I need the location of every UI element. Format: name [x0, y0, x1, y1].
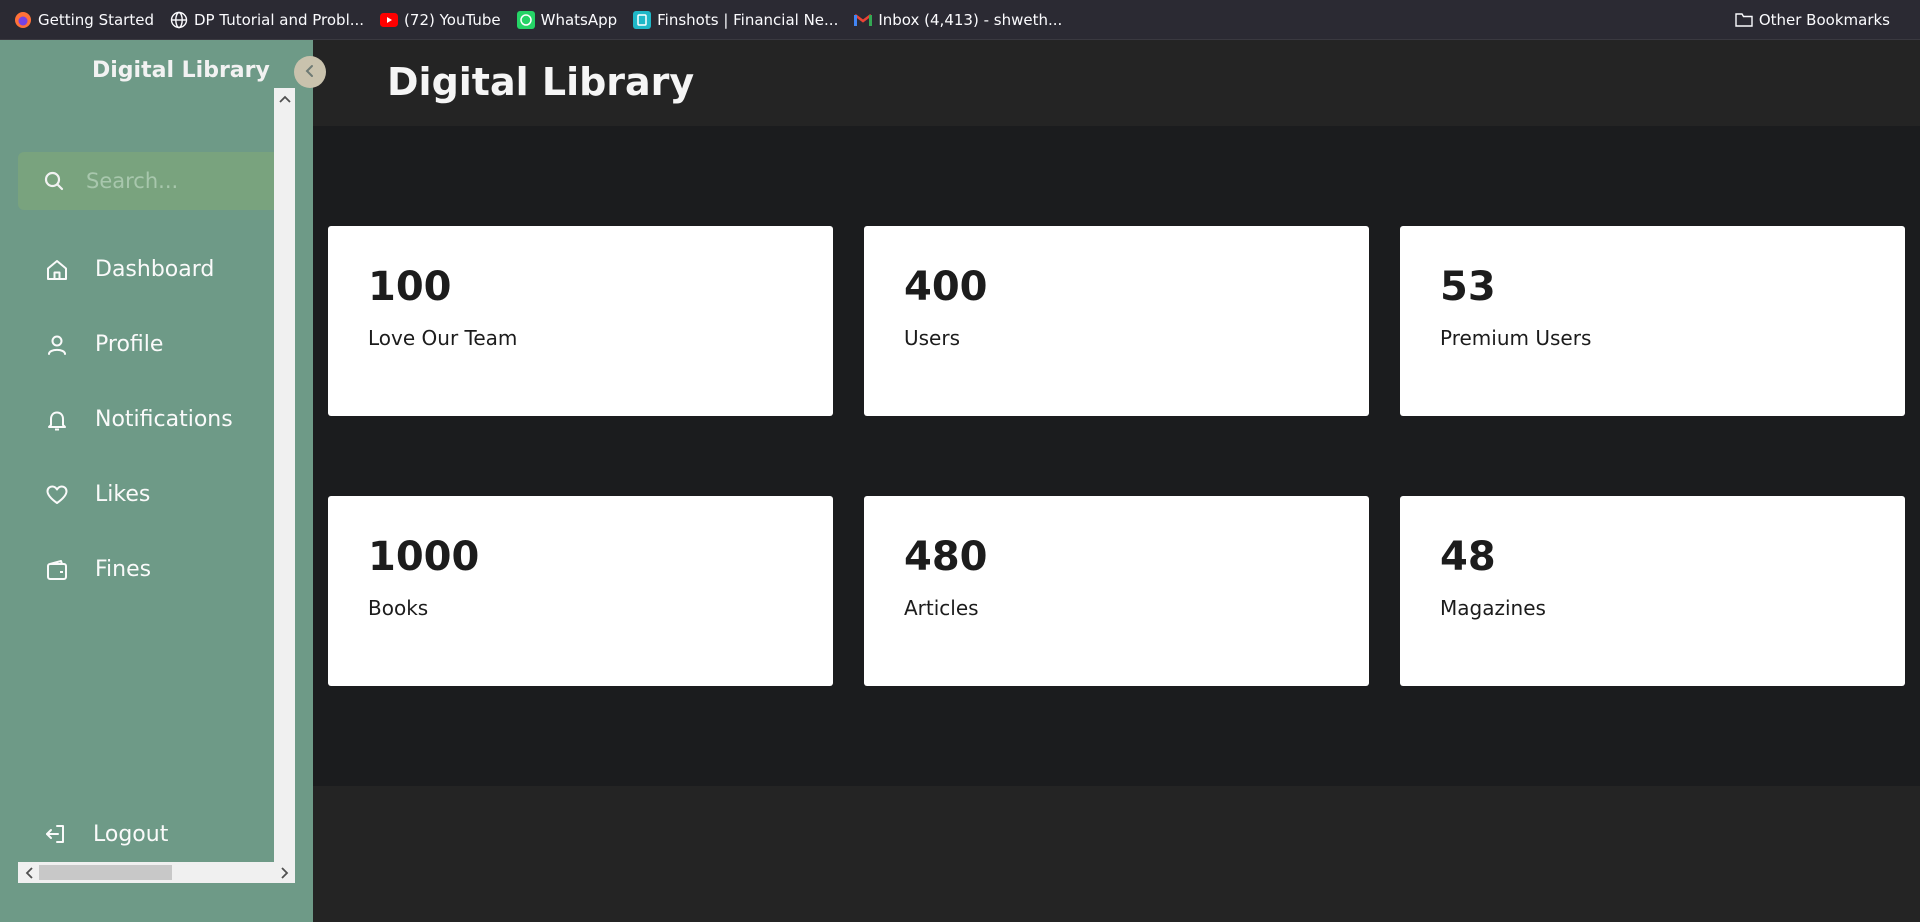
bookmark-label: Getting Started — [38, 10, 154, 29]
stat-card-books: 1000 Books — [328, 496, 833, 686]
wallet-icon — [45, 558, 69, 582]
bookmark-label: Finshots | Financial Ne... — [657, 10, 839, 29]
globe-icon — [170, 11, 188, 29]
sidebar-item-label: Fines — [95, 557, 152, 582]
stat-card-premium-users: 53 Premium Users — [1400, 226, 1905, 416]
sidebar-vertical-scrollbar[interactable] — [274, 88, 295, 883]
sidebar-item-dashboard[interactable]: Dashboard — [0, 232, 274, 307]
stat-card-articles: 480 Articles — [864, 496, 1369, 686]
scroll-thumb[interactable] — [39, 865, 172, 880]
bookmark-label: (72) YouTube — [404, 10, 501, 29]
scroll-up-icon[interactable] — [274, 88, 295, 109]
stat-value: 1000 — [368, 534, 480, 580]
firefox-icon — [14, 11, 32, 29]
main-header: Digital Library — [313, 40, 1920, 126]
stat-label: Premium Users — [1440, 326, 1592, 350]
dashboard-content: 100 Love Our Team 400 Users 53 Premium U… — [313, 126, 1920, 786]
stat-label: Books — [368, 596, 429, 620]
gmail-icon — [854, 11, 873, 29]
stat-card-users: 400 Users — [864, 226, 1369, 416]
sidebar-item-label: Profile — [95, 332, 164, 357]
whatsapp-icon — [516, 10, 535, 29]
search-icon — [42, 169, 66, 193]
stat-label: Magazines — [1440, 596, 1546, 620]
bookmark-gmail[interactable]: Inbox (4,413) - shweth... — [854, 11, 1062, 29]
stat-value: 100 — [368, 264, 452, 310]
stat-label: Articles — [904, 596, 979, 620]
footer-area — [313, 786, 1920, 922]
bookmark-whatsapp[interactable]: WhatsApp — [516, 10, 618, 29]
stat-value: 480 — [904, 534, 988, 580]
other-bookmarks-label: Other Bookmarks — [1758, 11, 1890, 29]
logout-icon — [43, 822, 67, 846]
bookmarks-bar: Getting Started DP Tutorial and Probl...… — [0, 0, 1920, 40]
sidebar-item-notifications[interactable]: Notifications — [0, 382, 274, 457]
sidebar-nav: Dashboard Profile Notifications Likes Fi… — [0, 232, 274, 607]
youtube-icon — [380, 11, 399, 29]
sidebar-item-fines[interactable]: Fines — [0, 532, 274, 607]
stat-label: Love Our Team — [368, 326, 518, 350]
stat-label: Users — [904, 326, 961, 350]
bookmark-dp-tutorial[interactable]: DP Tutorial and Probl... — [170, 11, 364, 29]
sidebar-item-likes[interactable]: Likes — [0, 457, 274, 532]
search-input[interactable] — [86, 169, 246, 193]
sidebar-scroll-area: Digital Library Dashboard Profile — [0, 40, 274, 883]
search-box[interactable] — [18, 152, 274, 210]
stat-card-love-our-team: 100 Love Our Team — [328, 226, 833, 416]
sidebar-item-label: Notifications — [95, 407, 233, 432]
stat-value: 400 — [904, 264, 988, 310]
logout-label: Logout — [93, 821, 169, 847]
folder-icon — [1735, 11, 1753, 29]
page-title: Digital Library — [387, 60, 695, 104]
other-bookmarks[interactable]: Other Bookmarks — [1735, 0, 1890, 40]
sidebar: Digital Library Dashboard Profile — [0, 40, 326, 922]
sidebar-collapse-button[interactable] — [294, 56, 326, 88]
bookmark-label: DP Tutorial and Probl... — [193, 10, 365, 29]
bookmark-label: WhatsApp — [540, 10, 618, 29]
sidebar-brand: Digital Library — [92, 58, 270, 83]
stat-value: 53 — [1440, 264, 1496, 310]
heart-icon — [45, 483, 69, 507]
user-icon — [45, 333, 69, 357]
stat-card-magazines: 48 Magazines — [1400, 496, 1905, 686]
sidebar-horizontal-scrollbar[interactable] — [18, 862, 295, 883]
scroll-right-icon[interactable] — [274, 862, 295, 883]
home-icon — [45, 258, 69, 282]
scroll-left-icon[interactable] — [18, 862, 39, 883]
logout-button[interactable]: Logout — [0, 812, 168, 856]
bookmark-getting-started[interactable]: Getting Started — [14, 11, 154, 29]
bookmark-finshots[interactable]: Finshots | Financial Ne... — [633, 10, 839, 29]
bookmark-youtube[interactable]: (72) YouTube — [380, 11, 501, 29]
bookmark-label: Inbox (4,413) - shweth... — [878, 10, 1063, 29]
sidebar-item-label: Likes — [95, 482, 151, 507]
chevron-left-icon — [303, 63, 317, 82]
sidebar-item-label: Dashboard — [95, 257, 215, 282]
stat-value: 48 — [1440, 534, 1496, 580]
finshots-icon — [633, 10, 652, 29]
sidebar-item-profile[interactable]: Profile — [0, 307, 274, 382]
bell-icon — [45, 408, 69, 432]
